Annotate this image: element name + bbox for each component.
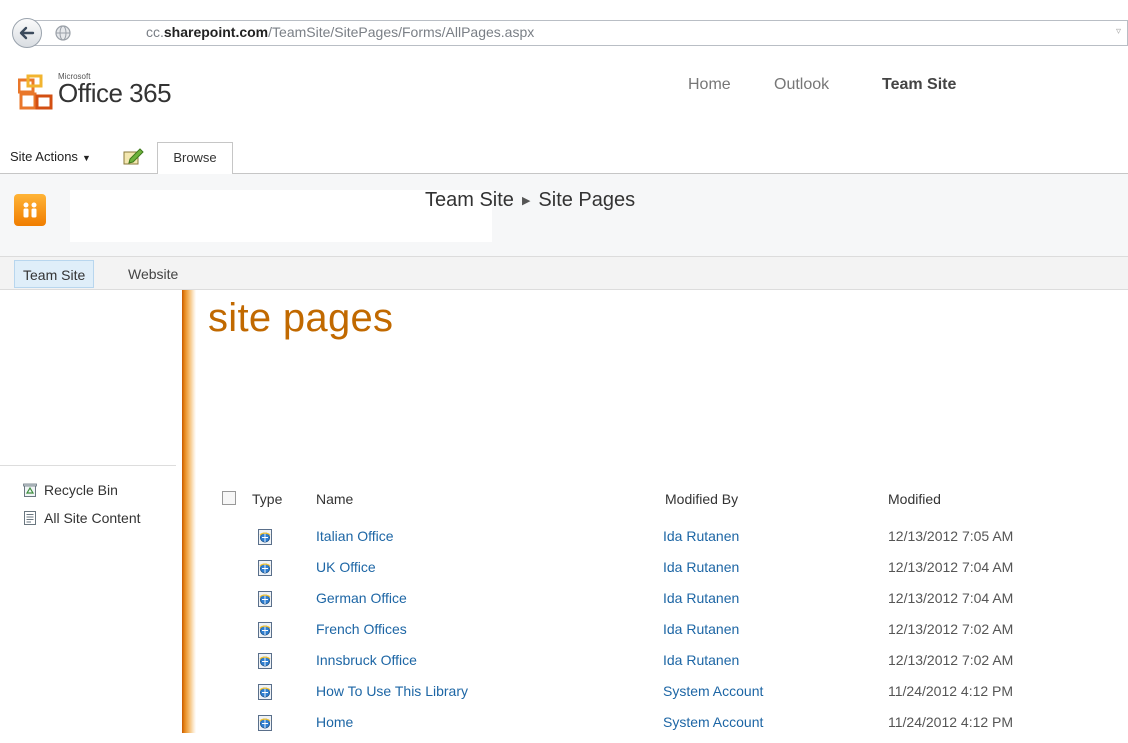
tab-browse[interactable]: Browse bbox=[157, 142, 233, 175]
column-header-modified-by[interactable]: Modified By bbox=[665, 491, 738, 507]
row-name-link[interactable]: German Office bbox=[316, 590, 407, 606]
office365-logo[interactable]: Microsoft Office 365 bbox=[18, 72, 198, 112]
row-name-link[interactable]: Home bbox=[316, 714, 353, 730]
title-area: Team Site ▶ Site Pages bbox=[0, 174, 1128, 256]
all-site-content-link[interactable]: All Site Content bbox=[22, 510, 141, 526]
edit-page-icon[interactable] bbox=[122, 146, 144, 166]
row-modified-date: 12/13/2012 7:02 AM bbox=[888, 652, 1014, 668]
all-site-content-icon bbox=[24, 511, 36, 525]
table-row[interactable]: How To Use This Library System Account 11/… bbox=[208, 681, 1128, 712]
row-modified-by-link[interactable]: System Account bbox=[663, 683, 763, 699]
top-nav-team-site[interactable]: Team Site bbox=[882, 76, 956, 94]
logo-office-text: Office 365 bbox=[58, 78, 172, 108]
column-header-type[interactable]: Type bbox=[252, 491, 282, 507]
row-modified-by-link[interactable]: System Account bbox=[663, 714, 763, 730]
top-nav-home[interactable]: Home bbox=[688, 76, 731, 94]
table-row[interactable]: Home System Account 11/24/2012 4:12 PM bbox=[208, 712, 1128, 743]
row-modified-by-link[interactable]: Ida Rutanen bbox=[663, 590, 739, 606]
row-name-link[interactable]: Innsbruck Office bbox=[316, 652, 417, 668]
row-name-link[interactable]: French Offices bbox=[316, 621, 407, 637]
browser-address-bar: cc.sharepoint.com/TeamSite/SitePages/For… bbox=[0, 0, 1128, 48]
row-modified-date: 12/13/2012 7:05 AM bbox=[888, 528, 1014, 544]
top-link-bar: Team Site Website bbox=[0, 256, 1128, 290]
linkbar-team-site[interactable]: Team Site bbox=[14, 260, 95, 288]
row-modified-date: 12/13/2012 7:04 AM bbox=[888, 590, 1014, 606]
quick-launch bbox=[0, 290, 176, 466]
html-page-icon bbox=[258, 560, 272, 576]
html-page-icon bbox=[258, 684, 272, 700]
column-header-name[interactable]: Name bbox=[316, 491, 353, 507]
recycle-bin-link[interactable]: Recycle Bin bbox=[22, 482, 118, 498]
html-page-icon bbox=[258, 591, 272, 607]
content-divider bbox=[182, 290, 196, 733]
back-button[interactable] bbox=[12, 18, 42, 48]
row-modified-date: 12/13/2012 7:02 AM bbox=[888, 621, 1014, 637]
page-title: site pages bbox=[208, 296, 394, 340]
url-text: cc.sharepoint.com/TeamSite/SitePages/For… bbox=[146, 24, 535, 40]
breadcrumb-site-pages: Site Pages bbox=[538, 189, 636, 211]
site-actions-label: Site Actions bbox=[10, 149, 78, 164]
breadcrumb: Team Site ▶ Site Pages bbox=[425, 189, 635, 212]
html-page-icon bbox=[258, 715, 272, 731]
table-row[interactable]: German Office Ida Rutanen 12/13/2012 7:04 … bbox=[208, 588, 1128, 619]
row-name-link[interactable]: How To Use This Library bbox=[316, 683, 468, 699]
left-nav: Recycle Bin All Site Content bbox=[0, 290, 180, 733]
office-logo-icon bbox=[18, 74, 53, 110]
select-all-checkbox[interactable] bbox=[222, 491, 236, 505]
back-arrow-icon bbox=[19, 26, 35, 40]
column-header-modified[interactable]: Modified bbox=[888, 491, 941, 507]
table-row[interactable]: French Offices Ida Rutanen 12/13/2012 7:02… bbox=[208, 619, 1128, 650]
html-page-icon bbox=[258, 653, 272, 669]
table-row[interactable]: Innsbruck Office Ida Rutanen 12/13/2012 7:… bbox=[208, 650, 1128, 681]
dropdown-icon[interactable]: ▿ bbox=[1116, 26, 1124, 38]
site-actions-menu[interactable]: Site Actions ▼ bbox=[10, 149, 91, 164]
chevron-down-icon: ▼ bbox=[81, 153, 91, 163]
row-modified-by-link[interactable]: Ida Rutanen bbox=[663, 621, 739, 637]
table-row[interactable]: UK Office Ida Rutanen 12/13/2012 7:04 AM bbox=[208, 557, 1128, 588]
breadcrumb-team-site[interactable]: Team Site bbox=[425, 189, 514, 211]
site-logo[interactable] bbox=[14, 194, 46, 226]
table-row[interactable]: Italian Office Ida Rutanen 12/13/2012 7:05… bbox=[208, 526, 1128, 557]
row-name-link[interactable]: UK Office bbox=[316, 559, 376, 575]
globe-icon bbox=[55, 25, 71, 41]
row-modified-by-link[interactable]: Ida Rutanen bbox=[663, 528, 739, 544]
breadcrumb-separator-icon: ▶ bbox=[521, 195, 531, 207]
linkbar-website[interactable]: Website bbox=[120, 260, 186, 288]
people-icon bbox=[23, 202, 37, 218]
list-header: Type Name Modified By Modified bbox=[208, 488, 1128, 512]
html-page-icon bbox=[258, 622, 272, 638]
row-modified-by-link[interactable]: Ida Rutanen bbox=[663, 559, 739, 575]
recycle-bin-label: Recycle Bin bbox=[44, 482, 118, 498]
row-modified-by-link[interactable]: Ida Rutanen bbox=[663, 652, 739, 668]
ribbon: Site Actions ▼ Browse bbox=[0, 138, 1128, 175]
row-modified-date: 11/24/2012 4:12 PM bbox=[888, 683, 1014, 699]
recycle-bin-icon bbox=[23, 483, 37, 497]
all-site-content-label: All Site Content bbox=[44, 510, 141, 526]
top-nav-outlook[interactable]: Outlook bbox=[774, 76, 829, 94]
row-modified-date: 12/13/2012 7:04 AM bbox=[888, 559, 1014, 575]
row-modified-date: 11/24/2012 4:12 PM bbox=[888, 714, 1014, 730]
html-page-icon bbox=[258, 529, 272, 545]
row-name-link[interactable]: Italian Office bbox=[316, 528, 394, 544]
